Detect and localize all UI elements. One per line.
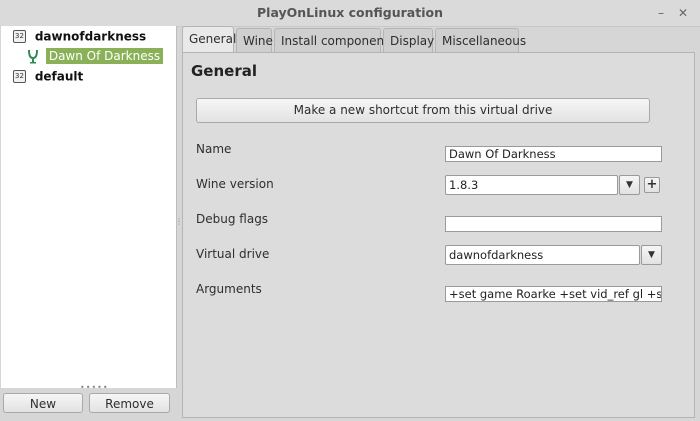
minimize-button[interactable]: – [652,4,670,22]
tab-wine[interactable]: Wine [236,28,273,52]
wine-version-dropdown-icon[interactable]: ▼ [619,175,640,195]
arguments-field[interactable]: +set game Roarke +set vid_ref gl +set gl… [445,286,662,302]
virtual-drive-select[interactable]: dawnofdarkness [445,245,640,265]
wine-version-label: Wine version [196,177,274,191]
wine-version-select[interactable]: 1.8.3 [445,175,618,195]
prefix-tree: 32 dawnofdarkness Dawn Of Darkness 32 de… [1,26,177,388]
close-button[interactable]: ✕ [674,4,692,22]
vertical-splitter-grip[interactable]: ⋮ [175,218,183,226]
virtual-drive-label: Virtual drive [196,247,270,261]
remove-button[interactable]: Remove [89,393,170,413]
horizontal-splitter-grip[interactable]: ••••• [80,384,108,392]
tab-general[interactable]: General [182,26,236,53]
tree-item-label: default [34,69,84,84]
32bit-badge-icon: 32 [13,30,26,43]
tree-item-label: dawnofdarkness [34,29,147,44]
new-button[interactable]: New [3,393,83,413]
general-page: General Make a new shortcut from this vi… [182,52,695,418]
tree-item-default[interactable]: 32 default [13,67,83,85]
tree-item-dawnofdarkness[interactable]: 32 dawnofdarkness [13,27,146,45]
32bit-badge-icon: 32 [13,70,26,83]
tab-miscellaneous[interactable]: Miscellaneous [435,28,526,52]
window-title: PlayOnLinux configuration [257,5,443,20]
tab-install-components[interactable]: Install components [274,28,395,52]
dawnofdarkness-app-icon [26,48,40,64]
tab-display[interactable]: Display [383,28,434,52]
make-shortcut-button[interactable]: Make a new shortcut from this virtual dr… [196,98,650,123]
debug-flags-field[interactable] [445,216,662,232]
arguments-label: Arguments [196,282,262,296]
tree-item-label: Dawn Of Darkness [45,47,164,64]
virtual-drive-dropdown-icon[interactable]: ▼ [641,245,662,265]
add-wine-version-icon[interactable]: + [644,177,660,193]
tree-item-dawn-of-darkness[interactable]: Dawn Of Darkness [26,46,164,64]
titlebar: PlayOnLinux configuration – ✕ [0,0,700,27]
config-window: PlayOnLinux configuration – ✕ 32 dawnofd… [0,0,700,421]
name-label: Name [196,142,232,156]
debug-flags-label: Debug flags [196,212,269,226]
name-field[interactable]: Dawn Of Darkness [445,146,662,162]
page-title: General [191,62,257,80]
